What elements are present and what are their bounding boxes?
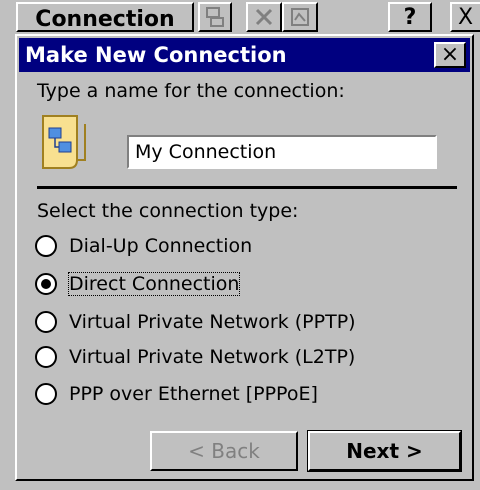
- background-title-button[interactable]: Connection: [16, 2, 194, 32]
- radio-button[interactable]: [35, 346, 57, 368]
- radio-pppoe[interactable]: PPP over Ethernet [PPPoE]: [35, 379, 318, 409]
- background-toolbar: Connection ? X: [0, 0, 480, 36]
- name-prompt: Type a name for the connection:: [37, 80, 345, 102]
- network-icon[interactable]: [198, 2, 232, 32]
- back-button[interactable]: < Back: [150, 431, 298, 471]
- radio-label: Direct Connection: [67, 272, 241, 296]
- delete-icon[interactable]: [246, 2, 282, 32]
- help-label: ?: [403, 4, 417, 30]
- radio-vpn-l2tp[interactable]: Virtual Private Network (L2TP): [35, 342, 355, 372]
- radio-label: Dial-Up Connection: [69, 235, 253, 257]
- radio-label: Virtual Private Network (PPTP): [69, 311, 356, 333]
- dialog-titlebar: Make New Connection ×: [19, 38, 470, 72]
- back-label: < Back: [188, 439, 260, 463]
- background-close-button[interactable]: X: [450, 2, 480, 32]
- separator: [37, 186, 457, 189]
- dialog-close-button[interactable]: ×: [434, 42, 466, 68]
- type-prompt: Select the connection type:: [37, 200, 299, 222]
- dialog-title: Make New Connection: [25, 43, 287, 67]
- help-button[interactable]: ?: [388, 2, 432, 32]
- radio-vpn-pptp[interactable]: Virtual Private Network (PPTP): [35, 307, 356, 337]
- close-icon: ×: [440, 42, 460, 67]
- background-title-label: Connection: [35, 6, 175, 32]
- radio-button[interactable]: [35, 383, 57, 405]
- connection-icon: [37, 114, 91, 170]
- next-button[interactable]: Next >: [307, 430, 462, 472]
- radio-button[interactable]: [35, 311, 57, 333]
- radio-button[interactable]: [35, 235, 57, 257]
- properties-icon[interactable]: [282, 2, 318, 32]
- radio-button[interactable]: [35, 273, 57, 295]
- radio-direct[interactable]: Direct Connection: [35, 269, 241, 299]
- radio-label: Virtual Private Network (L2TP): [69, 346, 356, 368]
- next-label: Next >: [346, 439, 423, 463]
- radio-label: PPP over Ethernet [PPPoE]: [69, 383, 318, 405]
- connection-name-input[interactable]: [127, 135, 437, 169]
- radio-dial-up[interactable]: Dial-Up Connection: [35, 231, 252, 261]
- make-new-connection-dialog: Make New Connection × Type a name for th…: [15, 34, 474, 481]
- background-close-label: X: [458, 4, 474, 30]
